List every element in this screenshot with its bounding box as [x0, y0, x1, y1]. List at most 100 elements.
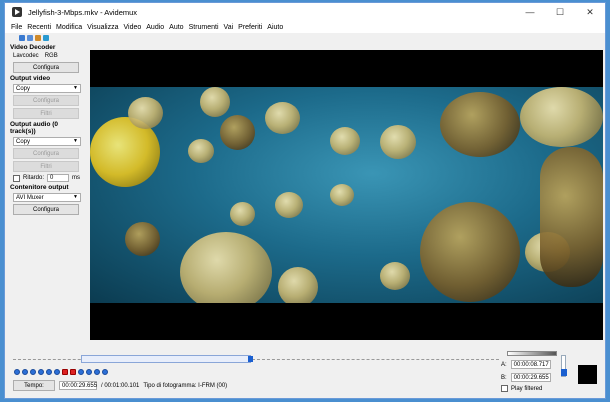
jellyfish — [128, 97, 163, 129]
video-decoder-title: Video Decoder — [10, 44, 56, 51]
prev-keyframe-icon[interactable] — [46, 369, 52, 375]
video-output-select[interactable]: Copy ▼ — [13, 84, 81, 93]
stop-icon[interactable] — [22, 369, 28, 375]
timeline-slider[interactable] — [13, 355, 499, 363]
menu-go[interactable]: Vai — [224, 24, 234, 31]
timeline-selection — [81, 355, 252, 363]
menu-auto[interactable]: Auto — [169, 24, 183, 31]
avidemux-icon — [12, 7, 22, 17]
chevron-down-icon: ▼ — [73, 194, 78, 200]
jellyfish — [188, 139, 214, 163]
total-time: / 00:01:00.101 — [101, 382, 140, 389]
container-configure-button[interactable]: Configura — [13, 204, 79, 215]
prev-black-icon[interactable] — [78, 369, 84, 375]
prev-frame-icon[interactable] — [30, 369, 36, 375]
sidebar: Video Decoder Lavcodec RGB Configura Out… — [5, 42, 85, 312]
menu-file[interactable]: File — [11, 24, 22, 31]
info-icon[interactable] — [27, 34, 33, 41]
container-title: Contenitore output — [10, 184, 69, 191]
toolbar — [5, 33, 605, 42]
marker-b-row: B: 00:00:29.655 — [501, 373, 559, 382]
menu-edit[interactable]: Modifica — [56, 24, 82, 31]
title-bar: Jellyfish-3-Mbps.mkv - Avidemux — ☐ ✕ — [5, 3, 605, 21]
delay-unit: ms — [72, 175, 81, 181]
ab-markers-panel: A: 00:00:08.717 B: 00:00:29.655 Play fil… — [501, 351, 559, 397]
save-icon[interactable] — [35, 34, 41, 41]
timeline-cursor[interactable] — [248, 356, 254, 362]
window-controls: — ☐ ✕ — [515, 3, 605, 21]
marker-a-label: A: — [501, 361, 507, 368]
menu-video[interactable]: Video — [123, 24, 141, 31]
play-icon[interactable] — [14, 369, 20, 375]
jellyfish — [265, 102, 300, 134]
next-black-icon[interactable] — [86, 369, 92, 375]
jellyfish — [230, 202, 255, 226]
menu-help[interactable]: Aiuto — [267, 24, 283, 31]
container-select[interactable]: AVI Muxer ▼ — [13, 193, 81, 202]
close-button[interactable]: ✕ — [575, 3, 605, 21]
current-time-field[interactable]: 00:00:29.655 — [59, 381, 97, 390]
maximize-button[interactable]: ☐ — [545, 3, 575, 21]
menu-view[interactable]: Visualizza — [87, 24, 118, 31]
go-last-icon[interactable] — [102, 369, 108, 375]
decoder-info: Lavcodec RGB — [13, 53, 85, 59]
status-bar: Tempo: 00:00:29.655 / 00:01:00.101 Tipo … — [13, 380, 227, 391]
playback-controls — [14, 369, 108, 375]
properties-icon[interactable] — [43, 34, 49, 41]
chevron-down-icon: ▼ — [73, 138, 78, 144]
go-first-icon[interactable] — [94, 369, 100, 375]
menu-tools[interactable]: Strumenti — [189, 24, 219, 31]
delay-input[interactable]: 0 — [47, 174, 70, 182]
play-filtered-row: Play filtered — [501, 385, 559, 392]
audio-output-select[interactable]: Copy ▼ — [13, 137, 81, 146]
audio-output-value: Copy — [16, 138, 31, 145]
jellyfish — [200, 87, 230, 117]
set-marker-a-icon[interactable] — [62, 369, 68, 375]
app-window: Jellyfish-3-Mbps.mkv - Avidemux — ☐ ✕ Fi… — [4, 2, 606, 399]
play-filtered-checkbox[interactable] — [501, 385, 508, 392]
container-value: AVI Muxer — [16, 194, 44, 201]
chevron-down-icon: ▼ — [73, 85, 78, 91]
frame-type: Tipo di fotogramma: I-FRM (00) — [143, 382, 228, 389]
jellyfish — [180, 232, 272, 303]
next-frame-icon[interactable] — [38, 369, 44, 375]
decoder-format: RGB — [44, 53, 58, 59]
audio-filters-button[interactable]: Filtri — [13, 161, 79, 172]
next-keyframe-icon[interactable] — [54, 369, 60, 375]
minimize-button[interactable]: — — [515, 3, 545, 21]
jellyfish — [220, 115, 255, 150]
video-output-title: Output video — [10, 75, 51, 82]
video-filters-button[interactable]: Filtri — [13, 108, 79, 119]
marker-a-field[interactable]: 00:00:08.717 — [510, 360, 551, 369]
volume-meter — [507, 351, 557, 356]
video-preview[interactable] — [90, 50, 603, 340]
jellyfish — [380, 125, 416, 159]
audio-configure-button[interactable]: Configura — [13, 148, 79, 159]
video-output-value: Copy — [16, 85, 31, 92]
menu-recent[interactable]: Recenti — [27, 24, 51, 31]
play-filtered-label: Play filtered — [511, 385, 543, 392]
jellyfish — [275, 192, 303, 218]
volume-slider-thumb[interactable] — [561, 369, 567, 376]
jellyfish — [380, 262, 410, 290]
window-title: Jellyfish-3-Mbps.mkv - Avidemux — [28, 7, 138, 17]
audio-output-title: Output audio (0 track(s)) — [10, 121, 59, 135]
audio-delay-row: Ritardo: 0 ms — [13, 174, 85, 182]
marker-b-field[interactable]: 00:00:29.655 — [510, 373, 551, 382]
jellyfish — [520, 87, 603, 147]
jellyfish — [330, 127, 360, 155]
tempo-button[interactable]: Tempo: — [13, 380, 55, 391]
delay-checkbox[interactable] — [13, 174, 20, 182]
marker-a-row: A: 00:00:08.717 — [501, 360, 559, 369]
menu-favorites[interactable]: Preferiti — [238, 24, 262, 31]
video-configure-button[interactable]: Configura — [13, 95, 79, 106]
open-file-icon[interactable] — [19, 34, 25, 41]
jellyfish — [440, 92, 520, 157]
menu-bar: File Recenti Modifica Visualizza Video A… — [5, 21, 605, 33]
output-preview — [578, 365, 597, 384]
menu-audio[interactable]: Audio — [146, 24, 164, 31]
set-marker-b-icon[interactable] — [70, 369, 76, 375]
jellyfish — [330, 184, 354, 206]
jellyfish — [420, 202, 520, 302]
decoder-configure-button[interactable]: Configura — [13, 62, 79, 73]
